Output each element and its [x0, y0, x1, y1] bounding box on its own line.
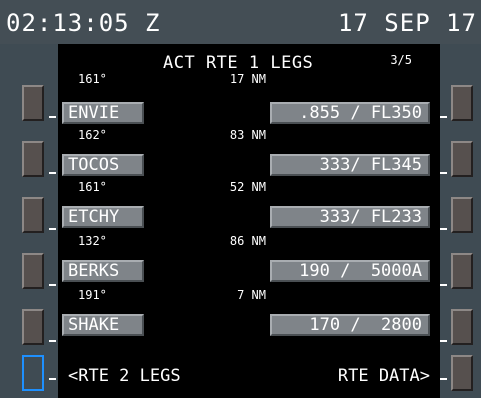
cdu-screen: ACT RTE 1 LEGS 3/5 161° 17 NM ENVIE .855… — [58, 44, 440, 398]
waypoint-field[interactable]: SHAKE — [62, 314, 144, 336]
lsk-5r[interactable] — [451, 309, 473, 345]
rte-data-prompt[interactable]: RTE DATA> — [338, 366, 430, 386]
lsk-5l-connector — [49, 340, 56, 342]
speed-altitude-field[interactable]: 333/ FL345 — [270, 154, 430, 176]
utc-clock: 02:13:05 Z — [6, 9, 161, 37]
lsk-4l[interactable] — [22, 253, 44, 289]
page-number: 3/5 — [390, 53, 412, 67]
lsk-2r-connector — [440, 172, 447, 174]
lsk-2r[interactable] — [451, 141, 473, 177]
date-display: 17 SEP 17 — [337, 9, 477, 37]
status-bar: 02:13:05 Z 17 SEP 17 — [0, 0, 481, 44]
lsk-1l-connector — [49, 116, 56, 118]
lsk-3l[interactable] — [22, 197, 44, 233]
leg-distance: 52 NM — [229, 180, 266, 194]
speed-altitude-field[interactable]: 190 / 5000A — [270, 260, 430, 282]
lsk-4l-connector — [49, 284, 56, 286]
lsk-5r-connector — [440, 340, 447, 342]
lsk-2l[interactable] — [22, 141, 44, 177]
lsk-3l-connector — [49, 228, 56, 230]
lsk-6r[interactable] — [451, 355, 473, 391]
lsk-1r-connector — [440, 116, 447, 118]
lsk-6l[interactable] — [22, 355, 44, 391]
lsk-6r-connector — [440, 378, 447, 380]
lsk-6l-connector — [49, 378, 56, 380]
leg-distance: 17 NM — [229, 72, 266, 86]
rte-2-legs-prompt[interactable]: <RTE 2 LEGS — [68, 366, 181, 386]
lsk-5l[interactable] — [22, 309, 44, 345]
lsk-1r[interactable] — [451, 85, 473, 121]
leg-distance: 83 NM — [229, 128, 266, 142]
speed-altitude-field[interactable]: .855 / FL350 — [270, 102, 430, 124]
lsk-3r-connector — [440, 228, 447, 230]
speed-altitude-field[interactable]: 333/ FL233 — [270, 206, 430, 228]
lsk-4r-connector — [440, 284, 447, 286]
page-title: ACT RTE 1 LEGS — [163, 53, 314, 73]
waypoint-field[interactable]: ENVIE — [62, 102, 144, 124]
leg-distance: 7 NM — [237, 288, 266, 302]
lsk-4r[interactable] — [451, 253, 473, 289]
waypoint-field[interactable]: ETCHY — [62, 206, 144, 228]
lsk-3r[interactable] — [451, 197, 473, 233]
leg-distance: 86 NM — [229, 234, 266, 248]
speed-altitude-field[interactable]: 170 / 2800 — [270, 314, 430, 336]
lsk-1l[interactable] — [22, 85, 44, 121]
waypoint-field[interactable]: BERKS — [62, 260, 144, 282]
lsk-2l-connector — [49, 172, 56, 174]
waypoint-field[interactable]: TOCOS — [62, 154, 144, 176]
